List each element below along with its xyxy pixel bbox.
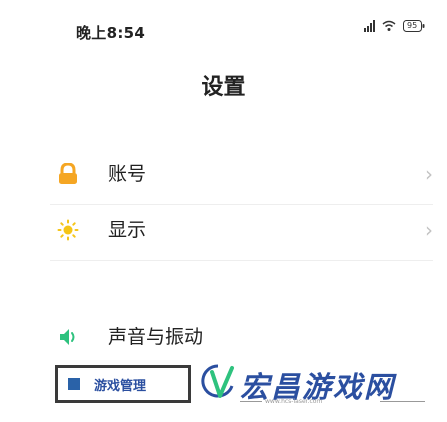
settings-item-account[interactable]: 账号 › [0, 150, 447, 204]
signal-icon [364, 20, 375, 32]
settings-item-sound[interactable]: 声音与振动 [0, 313, 447, 367]
chevron-right-icon: › [425, 218, 433, 242]
sound-icon [56, 325, 80, 349]
chevron-right-icon: › [425, 162, 433, 186]
divider [50, 204, 433, 205]
settings-item-label: 账号 [108, 163, 147, 185]
watermark-logo-icon [200, 362, 236, 406]
settings-item-label: 声音与振动 [108, 326, 204, 348]
status-icons: 95 [364, 20, 425, 32]
divider [380, 401, 425, 402]
status-bar: 晚上8:54 95 [0, 0, 447, 42]
settings-item-label: 显示 [108, 219, 147, 241]
brightness-icon [56, 218, 80, 242]
divider [240, 401, 262, 402]
battery-icon: 95 [403, 20, 425, 32]
watermark-url: www.hcs-laser.com [265, 398, 323, 405]
lock-icon [56, 162, 80, 186]
watermark: 游戏管理 宏昌游戏网 www.hcs-laser.com [55, 362, 435, 408]
watermark-box-text: 游戏管理 [94, 378, 147, 394]
status-time: 晚上8:54 [76, 24, 146, 42]
settings-item-display[interactable]: 显示 › [0, 206, 447, 260]
page-title: 设置 [201, 75, 246, 100]
battery-level: 95 [407, 21, 418, 30]
watermark-box: 游戏管理 [55, 365, 191, 403]
wifi-icon [382, 20, 396, 32]
divider [50, 260, 433, 261]
square-icon [68, 378, 80, 390]
